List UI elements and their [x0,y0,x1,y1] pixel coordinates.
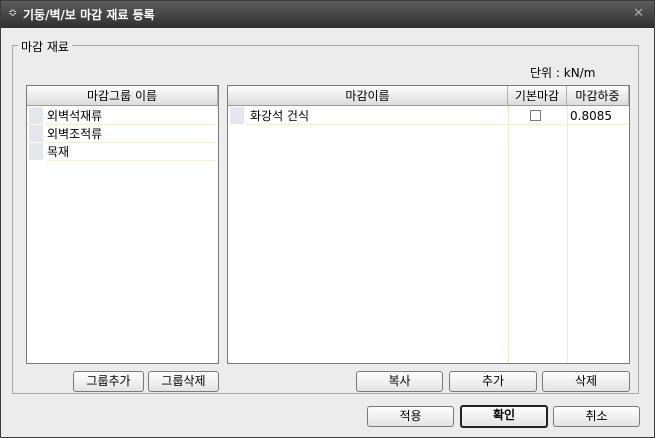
column-header-default[interactable]: 기본마감 [508,86,567,106]
default-checkbox[interactable] [530,110,541,121]
unit-label: 단위 : kN/m [530,66,596,80]
list-item[interactable]: 목재 [47,143,217,161]
row-selector[interactable] [29,125,43,142]
add-group-button[interactable]: 그룹추가 [73,371,144,392]
delete-button[interactable]: 삭제 [542,371,630,392]
column-header-load[interactable]: 마감하중 [567,86,629,106]
list-item[interactable]: 외벽조적류 [47,125,217,143]
cell-load[interactable]: 0.8085 [570,107,612,125]
material-table[interactable]: 마감이름 기본마감 마감하중 화강석 건식 0.8085 [227,85,630,364]
list-item[interactable]: 외벽석재류 [47,107,217,125]
delete-group-button[interactable]: 그룹삭제 [148,371,219,392]
dialog-window: ≎ 기둥/벽/보 마감 재료 등록 ✕ 마감 재료 단위 : kN/m 마감그룹… [0,0,655,438]
dialog-title: 기둥/벽/보 마감 재료 등록 [23,8,155,22]
chevron-up-down-icon[interactable]: ≎ [8,6,17,19]
copy-button[interactable]: 복사 [356,371,443,392]
row-selector[interactable] [230,107,244,124]
group-list-header[interactable]: 마감그룹 이름 [27,86,218,106]
group-list[interactable]: 마감그룹 이름 외벽석재류 외벽조적류 목재 [26,85,219,364]
close-icon[interactable]: ✕ [633,6,644,21]
cell-name[interactable]: 화강석 건식 [250,107,309,125]
apply-button[interactable]: 적용 [367,406,454,427]
ok-button[interactable]: 확인 [460,405,548,428]
row-selector[interactable] [29,143,43,160]
table-row[interactable]: 화강석 건식 0.8085 [246,107,628,125]
title-bar[interactable]: ≎ 기둥/벽/보 마감 재료 등록 ✕ [1,1,654,28]
cancel-button[interactable]: 취소 [553,406,640,427]
column-divider [508,106,509,363]
row-selector[interactable] [29,107,43,124]
add-button[interactable]: 추가 [449,371,537,392]
column-header-name[interactable]: 마감이름 [228,86,508,106]
column-divider [567,106,568,363]
groupbox-label: 마감 재료 [18,38,72,55]
